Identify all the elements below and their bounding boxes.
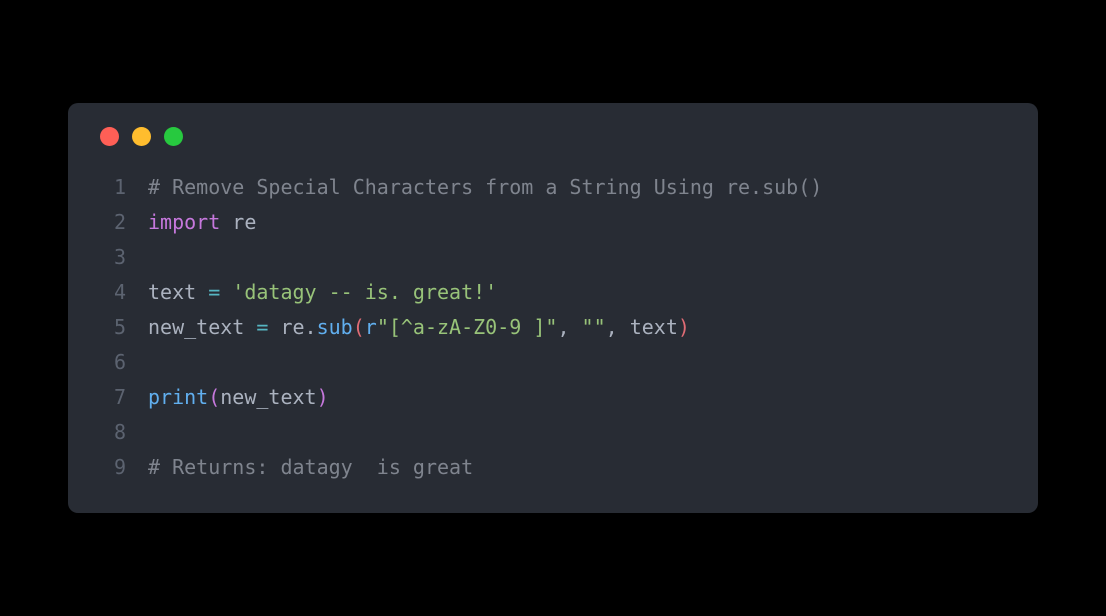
line-number: 8: [96, 415, 126, 450]
punct-token: .: [305, 315, 317, 339]
line-number: 2: [96, 205, 126, 240]
code-line: 5 new_text = re.sub(r"[^a-zA-Z0-9 ]", ""…: [96, 310, 1010, 345]
module-token: re: [280, 315, 304, 339]
code-window: 1 # Remove Special Characters from a Str…: [68, 103, 1038, 513]
line-content: # Returns: datagy is great: [148, 450, 473, 485]
close-icon[interactable]: [100, 127, 119, 146]
minimize-icon[interactable]: [132, 127, 151, 146]
code-line: 6: [96, 345, 1010, 380]
code-line: 2 import re: [96, 205, 1010, 240]
operator-token: =: [196, 280, 232, 304]
string-token: "": [582, 315, 606, 339]
line-content: print(new_text): [148, 380, 329, 415]
raw-prefix-token: r: [365, 315, 377, 339]
code-line: 7 print(new_text): [96, 380, 1010, 415]
variable-token: text: [148, 280, 196, 304]
line-content: new_text = re.sub(r"[^a-zA-Z0-9 ]", "", …: [148, 310, 690, 345]
string-token: 'datagy -- is. great!': [232, 280, 497, 304]
maximize-icon[interactable]: [164, 127, 183, 146]
variable-token: new_text: [148, 315, 244, 339]
punct-token: ,: [606, 315, 630, 339]
line-content: # Remove Special Characters from a Strin…: [148, 170, 822, 205]
code-line: 8: [96, 415, 1010, 450]
function-token: print: [148, 385, 208, 409]
line-number: 4: [96, 275, 126, 310]
variable-token: text: [630, 315, 678, 339]
line-content: text = 'datagy -- is. great!': [148, 275, 497, 310]
comment-token: # Remove Special Characters from a Strin…: [148, 175, 822, 199]
operator-token: =: [244, 315, 280, 339]
line-number: 6: [96, 345, 126, 380]
comment-token: # Returns: datagy is great: [148, 455, 473, 479]
code-line: 3: [96, 240, 1010, 275]
code-line: 1 # Remove Special Characters from a Str…: [96, 170, 1010, 205]
keyword-token: import: [148, 210, 220, 234]
function-token: sub: [317, 315, 353, 339]
string-token: "[^a-zA-Z0-9 ]": [377, 315, 558, 339]
line-number: 7: [96, 380, 126, 415]
module-token: re: [220, 210, 256, 234]
code-line: 4 text = 'datagy -- is. great!': [96, 275, 1010, 310]
punct-token: (: [208, 385, 220, 409]
line-number: 9: [96, 450, 126, 485]
punct-token: ): [317, 385, 329, 409]
punct-token: ,: [557, 315, 581, 339]
line-content: import re: [148, 205, 256, 240]
window-controls: [100, 127, 1010, 146]
code-line: 9 # Returns: datagy is great: [96, 450, 1010, 485]
line-number: 5: [96, 310, 126, 345]
punct-token: ): [678, 315, 690, 339]
variable-token: new_text: [220, 385, 316, 409]
code-editor[interactable]: 1 # Remove Special Characters from a Str…: [96, 170, 1010, 485]
line-number: 3: [96, 240, 126, 275]
punct-token: (: [353, 315, 365, 339]
line-number: 1: [96, 170, 126, 205]
